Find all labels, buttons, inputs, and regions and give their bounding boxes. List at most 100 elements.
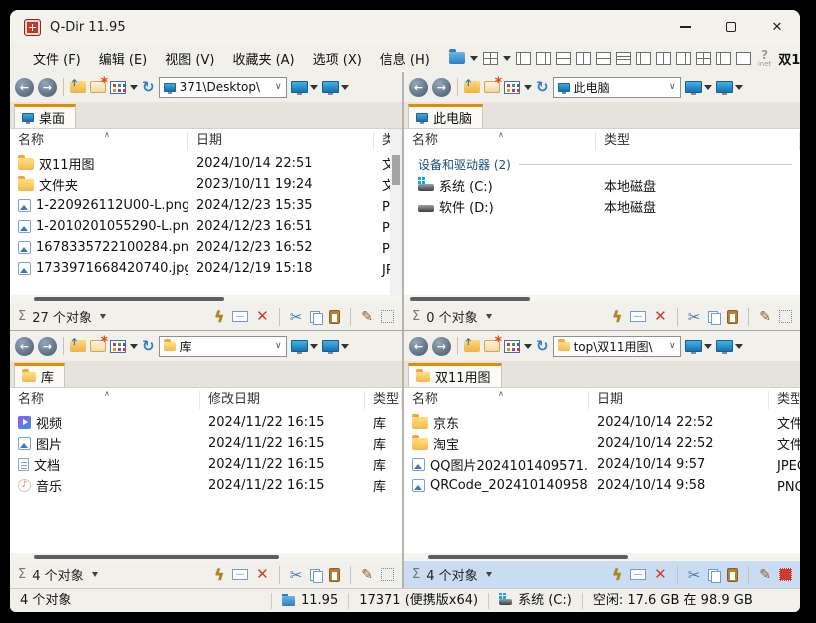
cut-icon[interactable]: ✂	[290, 308, 303, 326]
column-header-date[interactable]: 日期	[188, 132, 374, 150]
menu-options[interactable]: 选项 (X)	[304, 46, 371, 71]
scrollbar-thumb[interactable]	[410, 297, 530, 301]
table-row[interactable]: 双11用图 2024/10/14 22:51 文件夹	[10, 153, 402, 174]
menu-favorites[interactable]: 收藏夹 (A)	[223, 46, 303, 71]
forward-button[interactable]: →	[432, 78, 451, 97]
tab-this-pc[interactable]: 此电脑	[408, 104, 483, 128]
layout-option-icon[interactable]	[596, 52, 611, 65]
horizontal-scrollbar[interactable]	[404, 295, 800, 303]
favorite-shortcut[interactable]: 双11用图	[778, 49, 800, 68]
layout-option-icon[interactable]	[656, 52, 671, 65]
table-row[interactable]: 1-2010201055290-L.png 2024/12/23 16:51 P…	[10, 216, 402, 237]
forward-button[interactable]: →	[432, 337, 451, 356]
up-folder-button[interactable]	[70, 340, 86, 352]
delete-icon[interactable]: ✕	[256, 567, 269, 582]
refresh-button[interactable]: ↻	[536, 80, 549, 95]
tab-desktop[interactable]: 桌面	[14, 104, 76, 128]
view-mode-button[interactable]	[110, 81, 126, 94]
horizontal-scrollbar[interactable]	[10, 295, 402, 303]
column-header-date[interactable]: 日期	[589, 391, 769, 409]
folder-actions-icon[interactable]	[449, 52, 465, 64]
column-header-name[interactable]: 名称	[10, 132, 188, 150]
quick-action-icon[interactable]: ϟ	[214, 566, 224, 584]
inet-help-icon[interactable]: ? inet	[758, 49, 771, 68]
select-mode-icon[interactable]	[779, 310, 792, 323]
address-combobox[interactable]: top\双11用图\ ∨	[553, 336, 681, 357]
table-row[interactable]: QQ图片2024101409571... 2024/10/14 9:57 JPE…	[404, 454, 800, 475]
refresh-button[interactable]: ↻	[142, 80, 155, 95]
view-mode-button[interactable]	[504, 81, 520, 94]
close-button[interactable]: ✕	[754, 10, 800, 44]
menu-view[interactable]: 视图 (V)	[156, 46, 223, 71]
layout-option-icon[interactable]	[516, 52, 531, 65]
menu-info[interactable]: 信息 (H)	[371, 46, 439, 71]
tab-shuang11[interactable]: 双11用图	[408, 363, 502, 387]
minimize-button[interactable]	[662, 10, 708, 44]
cut-icon[interactable]: ✂	[688, 308, 701, 326]
rename-icon[interactable]	[630, 311, 646, 322]
chevron-down-icon[interactable]	[92, 572, 98, 577]
address-combobox[interactable]: 库 ∨	[159, 336, 287, 357]
up-folder-button[interactable]	[464, 81, 480, 93]
horizontal-scrollbar[interactable]	[10, 553, 402, 561]
forward-button[interactable]: →	[38, 78, 57, 97]
column-header-type[interactable]: 类型	[596, 132, 800, 150]
copy-icon[interactable]	[708, 311, 719, 323]
edit-icon[interactable]: ✎	[361, 567, 373, 583]
chevron-down-icon[interactable]	[470, 56, 478, 61]
chevron-down-icon[interactable]	[524, 85, 532, 90]
forward-button[interactable]: →	[38, 337, 57, 356]
back-button[interactable]: ←	[409, 78, 428, 97]
scrollbar-thumb[interactable]	[428, 555, 628, 559]
paste-icon[interactable]	[727, 310, 738, 324]
scrollbar-thumb[interactable]	[34, 555, 279, 559]
layout-option-icon[interactable]	[536, 52, 551, 65]
select-mode-icon[interactable]	[381, 568, 394, 581]
copy-icon[interactable]	[310, 311, 321, 323]
layout-option-icon[interactable]	[676, 52, 691, 65]
menu-file[interactable]: 文件 (F)	[24, 46, 90, 71]
pane-color-button[interactable]	[291, 340, 318, 352]
edit-icon[interactable]: ✎	[759, 309, 771, 325]
new-folder-button[interactable]	[90, 340, 106, 352]
rename-icon[interactable]	[232, 569, 248, 580]
rename-icon[interactable]	[630, 569, 646, 580]
copy-icon[interactable]	[708, 569, 719, 581]
quick-action-icon[interactable]: ϟ	[612, 566, 622, 584]
table-row[interactable]: 1678335722100284.png 2024/12/23 16:52 PN…	[10, 237, 402, 258]
refresh-button[interactable]: ↻	[536, 339, 549, 354]
layout-option-icon[interactable]	[616, 52, 631, 65]
table-row[interactable]: 图片 2024/11/22 16:15 库	[10, 433, 402, 454]
table-row[interactable]: 软件 (D:) 本地磁盘	[404, 196, 800, 217]
table-row[interactable]: 系统 (C:) 本地磁盘	[404, 175, 800, 196]
edit-icon[interactable]: ✎	[361, 309, 373, 325]
table-row[interactable]: 1-220926112U00-L.png 2024/12/23 15:35 PN…	[10, 195, 402, 216]
table-row[interactable]: 文档 2024/11/22 16:15 库	[10, 454, 402, 475]
select-mode-icon[interactable]	[381, 310, 394, 323]
layout-option-icon[interactable]	[736, 52, 751, 65]
cut-icon[interactable]: ✂	[688, 566, 701, 584]
chevron-down-icon[interactable]	[524, 344, 532, 349]
refresh-button[interactable]: ↻	[142, 339, 155, 354]
table-row[interactable]: 淘宝 2024/10/14 22:52 文件夹	[404, 433, 800, 454]
up-folder-button[interactable]	[70, 81, 86, 93]
layout-grid-icon[interactable]	[483, 52, 498, 65]
delete-icon[interactable]: ✕	[654, 309, 667, 324]
view-mode-button[interactable]	[504, 340, 520, 353]
address-combobox[interactable]: 此电脑 ∨	[553, 77, 681, 98]
paste-icon[interactable]	[727, 568, 738, 582]
paste-icon[interactable]	[329, 568, 340, 582]
new-folder-button[interactable]	[484, 340, 500, 352]
layout-option-icon[interactable]	[636, 52, 651, 65]
scrollbar-thumb[interactable]	[392, 155, 400, 185]
view-mode-button[interactable]	[110, 340, 126, 353]
back-button[interactable]: ←	[409, 337, 428, 356]
vertical-scrollbar[interactable]	[390, 129, 402, 295]
chevron-down-icon[interactable]	[503, 56, 511, 61]
layout-option-icon[interactable]	[576, 52, 591, 65]
object-count[interactable]: 4 个对象	[426, 565, 477, 584]
select-mode-icon-active[interactable]	[779, 568, 792, 581]
new-folder-button[interactable]	[484, 81, 500, 93]
pane-color-button[interactable]	[685, 81, 712, 93]
quick-action-icon[interactable]: ϟ	[612, 308, 622, 326]
